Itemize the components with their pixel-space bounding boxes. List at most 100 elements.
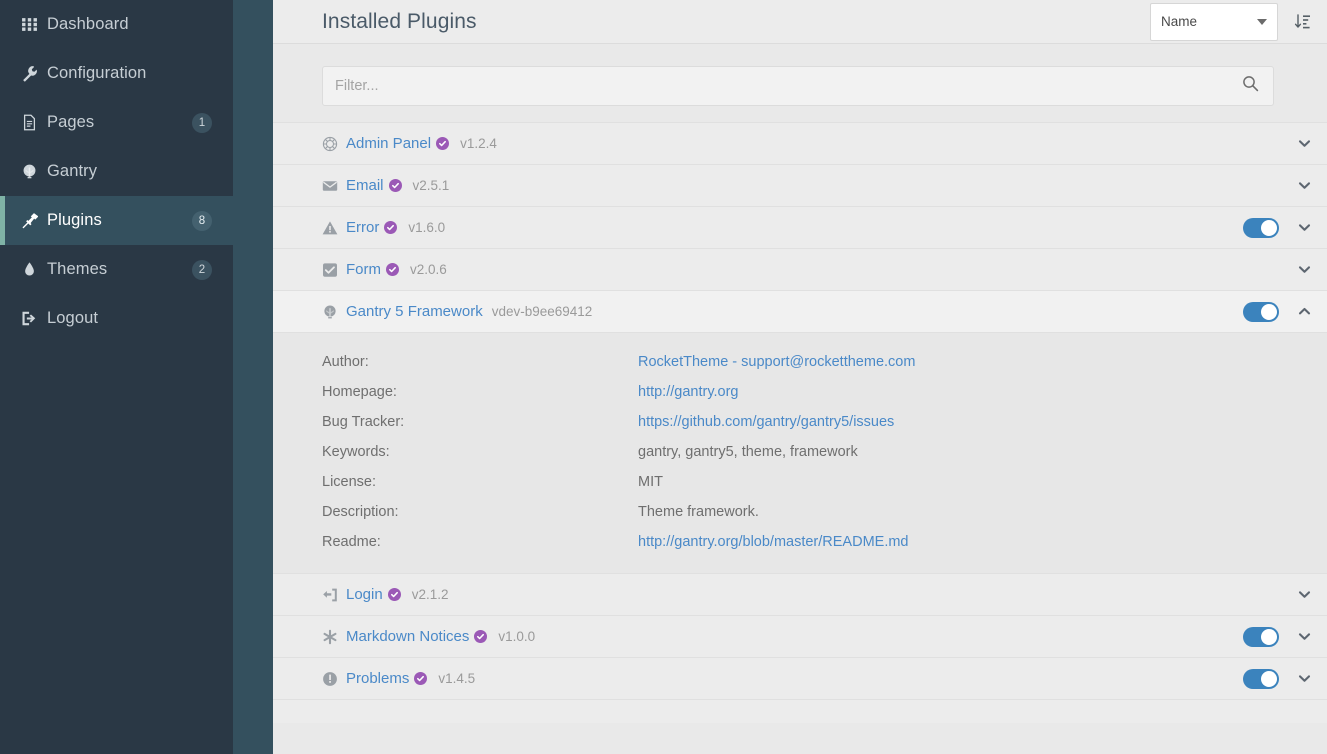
sidebar-nav: Dashboard Configuration Pages1 Gantry Plugin… [0,0,233,343]
empire-icon [322,136,346,152]
search-icon[interactable] [1242,75,1259,97]
plugin-detail-key: Keywords: [322,444,638,460]
plugin-name[interactable]: Admin Panel [346,135,431,152]
search-input[interactable] [335,78,1261,94]
plugin-detail-value: https://github.com/gantry/gantry5/issues [638,414,894,430]
app-root: Dashboard Configuration Pages1 Gantry Plugin… [0,0,1327,754]
plugin-expand-toggle[interactable] [1295,586,1313,604]
plugin-row[interactable]: Email v2.5.1 [273,164,1327,206]
plugin-row-controls [1243,302,1327,322]
plugin-row-controls [1243,669,1327,689]
asterisk-icon [322,629,346,645]
sidebar-item-gantry[interactable]: Gantry [0,147,233,196]
sort-direction-button[interactable] [1292,10,1314,34]
verified-badge-icon [436,137,449,150]
plugin-detail-link[interactable]: http://gantry.org [638,384,738,400]
file-icon [21,114,47,131]
plugin-name[interactable]: Problems [346,670,409,687]
plugin-row[interactable]: Form v2.0.6 [273,248,1327,290]
plugin-row-controls [1243,260,1327,280]
envelope-icon [322,178,346,194]
sidebar-item-label: Gantry [47,162,233,181]
plugin-name[interactable]: Markdown Notices [346,628,469,645]
plugin-version: vdev-b9ee69412 [492,304,593,319]
warning-triangle-icon [322,220,346,236]
sidebar-item-label: Configuration [47,64,233,83]
chevron-up-icon [1297,304,1312,319]
check-square-icon [322,262,346,278]
plugin-detail-link[interactable]: http://gantry.org/blob/master/README.md [638,534,909,550]
plugin-name[interactable]: Email [346,177,384,194]
droplet-icon [21,261,47,278]
plugin-expand-toggle[interactable] [1295,628,1313,646]
gantry-tree-icon [21,163,47,180]
plugin-row[interactable]: Error v1.6.0 [273,206,1327,248]
filter-box[interactable] [322,66,1274,106]
plugin-version: v2.0.6 [410,262,447,277]
plug-icon [21,212,47,229]
plugin-detail-row: Homepage:http://gantry.org [273,377,1327,407]
chevron-down-icon [1257,19,1267,25]
plugin-details-panel: Author:RocketTheme - support@rockettheme… [273,332,1327,573]
verified-badge-icon [386,263,399,276]
plugin-enable-toggle[interactable] [1243,627,1279,647]
plugin-enable-toggle[interactable] [1243,302,1279,322]
sort-field-select[interactable]: Name [1150,3,1278,41]
grid-icon [21,16,47,33]
sidebar-item-plugins[interactable]: Plugins8 [0,196,233,245]
main-content: Installed Plugins Name [273,0,1327,754]
chevron-down-icon [1297,262,1312,277]
plugin-name[interactable]: Error [346,219,379,236]
plugin-detail-row: Description:Theme framework. [273,497,1327,527]
plugin-detail-key: Author: [322,354,638,370]
plugin-expand-toggle[interactable] [1295,670,1313,688]
sidebar-accent-strip [233,0,273,754]
plugin-name[interactable]: Login [346,586,383,603]
sort-field-value: Name [1161,14,1197,29]
sidebar-item-pages[interactable]: Pages1 [0,98,233,147]
plugin-name[interactable]: Form [346,261,381,278]
plugin-detail-row: Author:RocketTheme - support@rockettheme… [273,347,1327,377]
plugin-expand-toggle[interactable] [1295,219,1313,237]
sidebar-item-badge: 1 [192,113,212,133]
plugin-row[interactable]: Login v2.1.2 [273,573,1327,615]
plugin-enable-toggle[interactable] [1243,218,1279,238]
plugin-detail-key: Description: [322,504,638,520]
sign-in-icon [322,587,346,603]
plugin-expand-toggle[interactable] [1295,303,1313,321]
plugin-version: v1.4.5 [438,671,475,686]
sidebar-item-themes[interactable]: Themes2 [0,245,233,294]
plugin-enable-toggle[interactable] [1243,669,1279,689]
sign-out-icon [21,310,47,327]
plugin-version: v1.6.0 [408,220,445,235]
plugin-row-controls [1243,134,1327,154]
sidebar-item-badge: 8 [192,211,212,231]
sort-amount-desc-icon [1294,13,1312,31]
page-header: Installed Plugins Name [273,0,1327,44]
plugin-name[interactable]: Gantry 5 Framework [346,303,483,320]
plugin-row[interactable]: Admin Panel v1.2.4 [273,122,1327,164]
plugin-detail-value: MIT [638,474,663,490]
plugin-detail-value: RocketTheme - support@rockettheme.com [638,354,915,370]
plugin-expand-toggle[interactable] [1295,135,1313,153]
chevron-down-icon [1297,136,1312,151]
plugin-detail-row: Keywords:gantry, gantry5, theme, framewo… [273,437,1327,467]
plugin-row[interactable]: Markdown Notices v1.0.0 [273,615,1327,657]
plugin-detail-link[interactable]: https://github.com/gantry/gantry5/issues [638,414,894,430]
sidebar-item-badge: 2 [192,260,212,280]
plugin-detail-key: License: [322,474,638,490]
plugin-row-controls [1243,218,1327,238]
sidebar-item-dashboard[interactable]: Dashboard [0,0,233,49]
plugin-version: v1.2.4 [460,136,497,151]
sidebar-item-label: Logout [47,309,233,328]
plugin-row[interactable]: Problems v1.4.5 [273,657,1327,699]
verified-badge-icon [388,588,401,601]
plugin-row[interactable]: Gantry 5 Framework vdev-b9ee69412 [273,290,1327,332]
plugin-expand-toggle[interactable] [1295,261,1313,279]
plugin-detail-link[interactable]: RocketTheme - support@rockettheme.com [638,354,915,370]
plugin-expand-toggle[interactable] [1295,177,1313,195]
plugin-detail-value: http://gantry.org [638,384,738,400]
sidebar-item-configuration[interactable]: Configuration [0,49,233,98]
header-controls: Name [1150,3,1327,41]
sidebar-item-logout[interactable]: Logout [0,294,233,343]
